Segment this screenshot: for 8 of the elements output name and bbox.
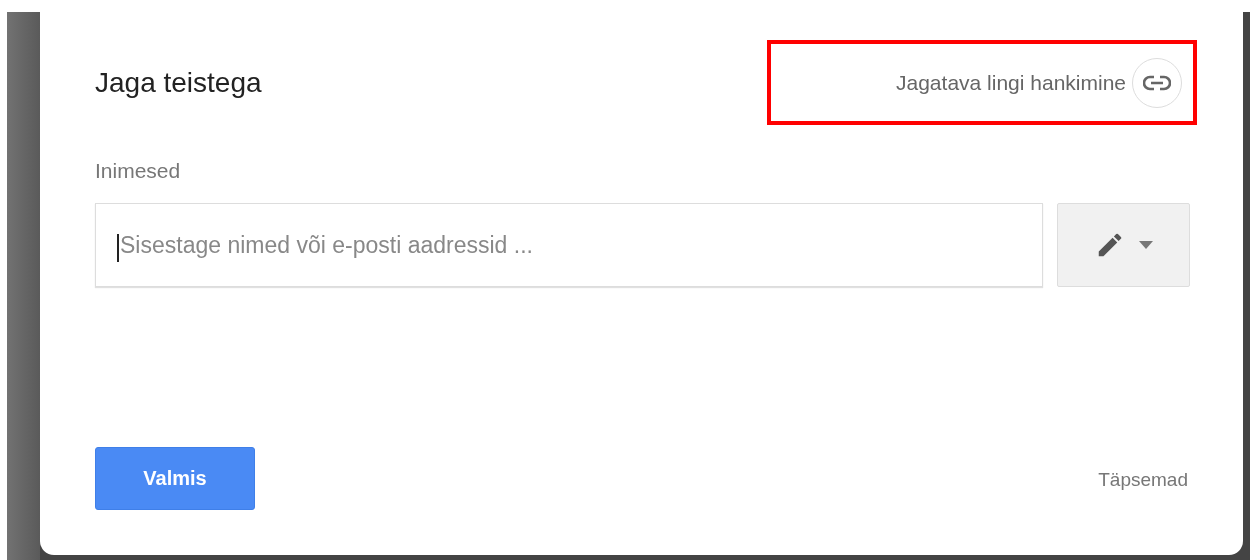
people-label: Inimesed [95,159,182,183]
caret-icon [1138,241,1153,249]
permission-dropdown[interactable] [1057,203,1190,287]
get-link-button[interactable]: Jagatava lingi hankimine [896,57,1182,108]
advanced-link[interactable]: Täpsemad [1098,468,1188,491]
done-button[interactable]: Valmis [95,447,255,510]
people-input-field[interactable]: Sisestage nimed või e-posti aadressid ... [95,203,1043,287]
dialog-title: Jaga teistega [95,66,262,99]
